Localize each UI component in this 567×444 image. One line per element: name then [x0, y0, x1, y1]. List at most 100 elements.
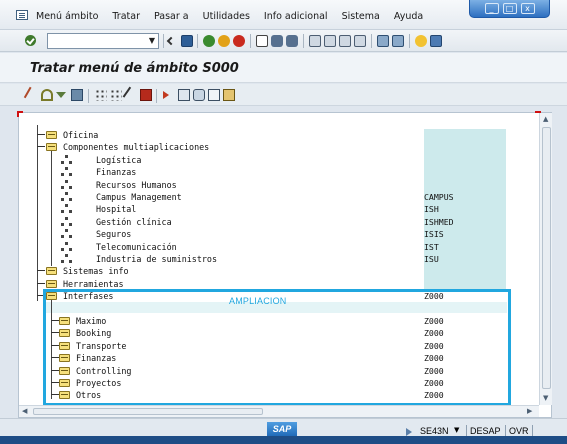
- save-icon[interactable]: [181, 35, 193, 47]
- sap-logo: SAP: [267, 422, 297, 437]
- document-icon[interactable]: [178, 89, 190, 101]
- tree-node-label[interactable]: Industria de suministros: [96, 253, 217, 265]
- tree-node-label[interactable]: Oficina: [63, 129, 98, 141]
- copy-icon[interactable]: [208, 89, 220, 101]
- folder-icon[interactable]: [46, 279, 57, 288]
- tree-node-label[interactable]: Seguros: [96, 228, 131, 240]
- tree-node-label[interactable]: Telecomunicación: [96, 241, 177, 253]
- back-icon[interactable]: [203, 35, 215, 47]
- tree-node-label[interactable]: Recursos Humanos: [96, 179, 177, 191]
- first-page-icon[interactable]: [309, 35, 321, 47]
- menu-item-tratar[interactable]: Tratar: [112, 11, 140, 22]
- menu-item-ayuda[interactable]: Ayuda: [394, 11, 423, 22]
- folder-icon[interactable]: [46, 131, 57, 139]
- delete-icon[interactable]: [140, 89, 152, 101]
- highlight-box: [43, 289, 511, 405]
- scroll-down-icon[interactable]: ▼: [543, 394, 548, 403]
- vertical-scrollbar[interactable]: ▲ ▼: [539, 113, 552, 405]
- status-transaction: SE43N: [420, 426, 449, 436]
- system-menu-icon[interactable]: [16, 10, 28, 20]
- toolbar-separator: [197, 34, 198, 48]
- find-icon[interactable]: [271, 35, 283, 47]
- menu-item-info-adicional[interactable]: Info adicional: [264, 11, 328, 22]
- tree-node-label[interactable]: Logística: [96, 154, 141, 166]
- tree-node[interactable]: Campus Management CAMPUS: [19, 191, 539, 203]
- help-icon[interactable]: [415, 35, 427, 47]
- horizontal-scrollbar[interactable]: ◀ ▶: [19, 405, 539, 417]
- enter-icon[interactable]: [25, 35, 36, 46]
- tree-node[interactable]: Oficina: [19, 129, 539, 141]
- org-node-icon: [61, 179, 73, 190]
- exit-icon[interactable]: [218, 35, 230, 47]
- cancel-icon[interactable]: [233, 35, 245, 47]
- find-next-icon[interactable]: [286, 35, 298, 47]
- minimize-button[interactable]: _: [484, 3, 499, 14]
- close-button[interactable]: x: [520, 3, 535, 14]
- tree-node[interactable]: Industria de suministros ISU: [19, 253, 539, 265]
- chevron-down-icon[interactable]: ▼: [146, 34, 158, 48]
- filter-icon[interactable]: [56, 92, 66, 98]
- menu-item-sistema[interactable]: Sistema: [342, 11, 380, 22]
- standard-toolbar: ▼: [0, 30, 567, 52]
- tree-node[interactable]: Recursos Humanos: [19, 179, 539, 191]
- tree-node[interactable]: Telecomunicación IST: [19, 241, 539, 253]
- tree-node-label[interactable]: Herramientas: [63, 278, 124, 290]
- cursor-icon[interactable]: [163, 91, 169, 99]
- menu-items: Menú ámbito Tratar Pasar a Utilidades In…: [36, 11, 437, 22]
- menu-item-pasar-a[interactable]: Pasar a: [154, 11, 189, 22]
- scroll-up-icon[interactable]: ▲: [543, 115, 548, 124]
- paste-icon[interactable]: [223, 89, 235, 101]
- tree-node-value: ISIS: [424, 229, 444, 240]
- tree-node[interactable]: Seguros ISIS: [19, 228, 539, 240]
- tree-connector: [37, 282, 45, 284]
- expand-subtree-icon[interactable]: [95, 89, 107, 101]
- folder-icon[interactable]: [46, 267, 57, 276]
- tree-node-label[interactable]: Gestión clínica: [96, 216, 172, 228]
- tree-node-label[interactable]: Sistemas info: [63, 265, 129, 277]
- shortcut-icon[interactable]: [392, 35, 404, 47]
- org-node-icon: [61, 192, 73, 202]
- tree-node[interactable]: Componentes multiaplicaciones: [19, 141, 539, 153]
- tree-node-value: CAMPUS: [424, 192, 454, 202]
- scroll-left-icon[interactable]: ◀: [22, 407, 27, 416]
- tree-node-label[interactable]: Hospital: [96, 203, 136, 215]
- tree-node[interactable]: Finanzas: [19, 166, 539, 178]
- edit-icon[interactable]: [122, 86, 140, 104]
- status-toggle-icon[interactable]: [406, 428, 412, 436]
- next-page-icon[interactable]: [339, 35, 351, 47]
- toolbar-separator: [88, 89, 89, 103]
- org-node-icon: [61, 229, 73, 239]
- layout-menu-icon[interactable]: [430, 35, 442, 47]
- tree-node-label[interactable]: Finanzas: [96, 166, 136, 178]
- command-field[interactable]: [47, 33, 159, 49]
- horizontal-scroll-thumb[interactable]: [33, 408, 263, 415]
- menu-item-utilidades[interactable]: Utilidades: [203, 11, 250, 22]
- org-node-icon: [61, 204, 73, 214]
- folder-icon[interactable]: [46, 143, 57, 152]
- previous-page-icon[interactable]: [324, 35, 336, 47]
- grid-icon[interactable]: [71, 89, 83, 101]
- tree-node-label[interactable]: Campus Management: [96, 191, 182, 203]
- tree-node[interactable]: Hospital ISH: [19, 203, 539, 215]
- chevron-down-icon[interactable]: ▼: [454, 426, 459, 434]
- back-arrow-icon[interactable]: [166, 36, 176, 46]
- scroll-right-icon[interactable]: ▶: [527, 407, 532, 416]
- status-input-mode[interactable]: OVR: [509, 426, 529, 436]
- tree-node[interactable]: Gestión clínica ISHMED: [19, 216, 539, 228]
- menu-item-menu-ambito[interactable]: Menú ámbito: [36, 11, 98, 22]
- tree-connector: [37, 146, 45, 148]
- tree-node[interactable]: Sistemas info: [19, 265, 539, 277]
- title-bar: Tratar menú de ámbito S000: [0, 53, 567, 83]
- new-session-icon[interactable]: [377, 35, 389, 47]
- change-icon[interactable]: [23, 86, 41, 104]
- toolbar-separator: [163, 34, 164, 48]
- maximize-button[interactable]: □: [502, 3, 517, 14]
- print-icon[interactable]: [256, 35, 268, 47]
- tree-node[interactable]: Logística: [19, 154, 539, 166]
- transport-icon[interactable]: [193, 89, 205, 101]
- last-page-icon[interactable]: [354, 35, 366, 47]
- vertical-scroll-thumb[interactable]: [542, 127, 551, 389]
- collapse-subtree-icon[interactable]: [110, 89, 122, 101]
- tree-node-label[interactable]: Componentes multiaplicaciones: [63, 141, 209, 153]
- select-icon[interactable]: [41, 89, 53, 101]
